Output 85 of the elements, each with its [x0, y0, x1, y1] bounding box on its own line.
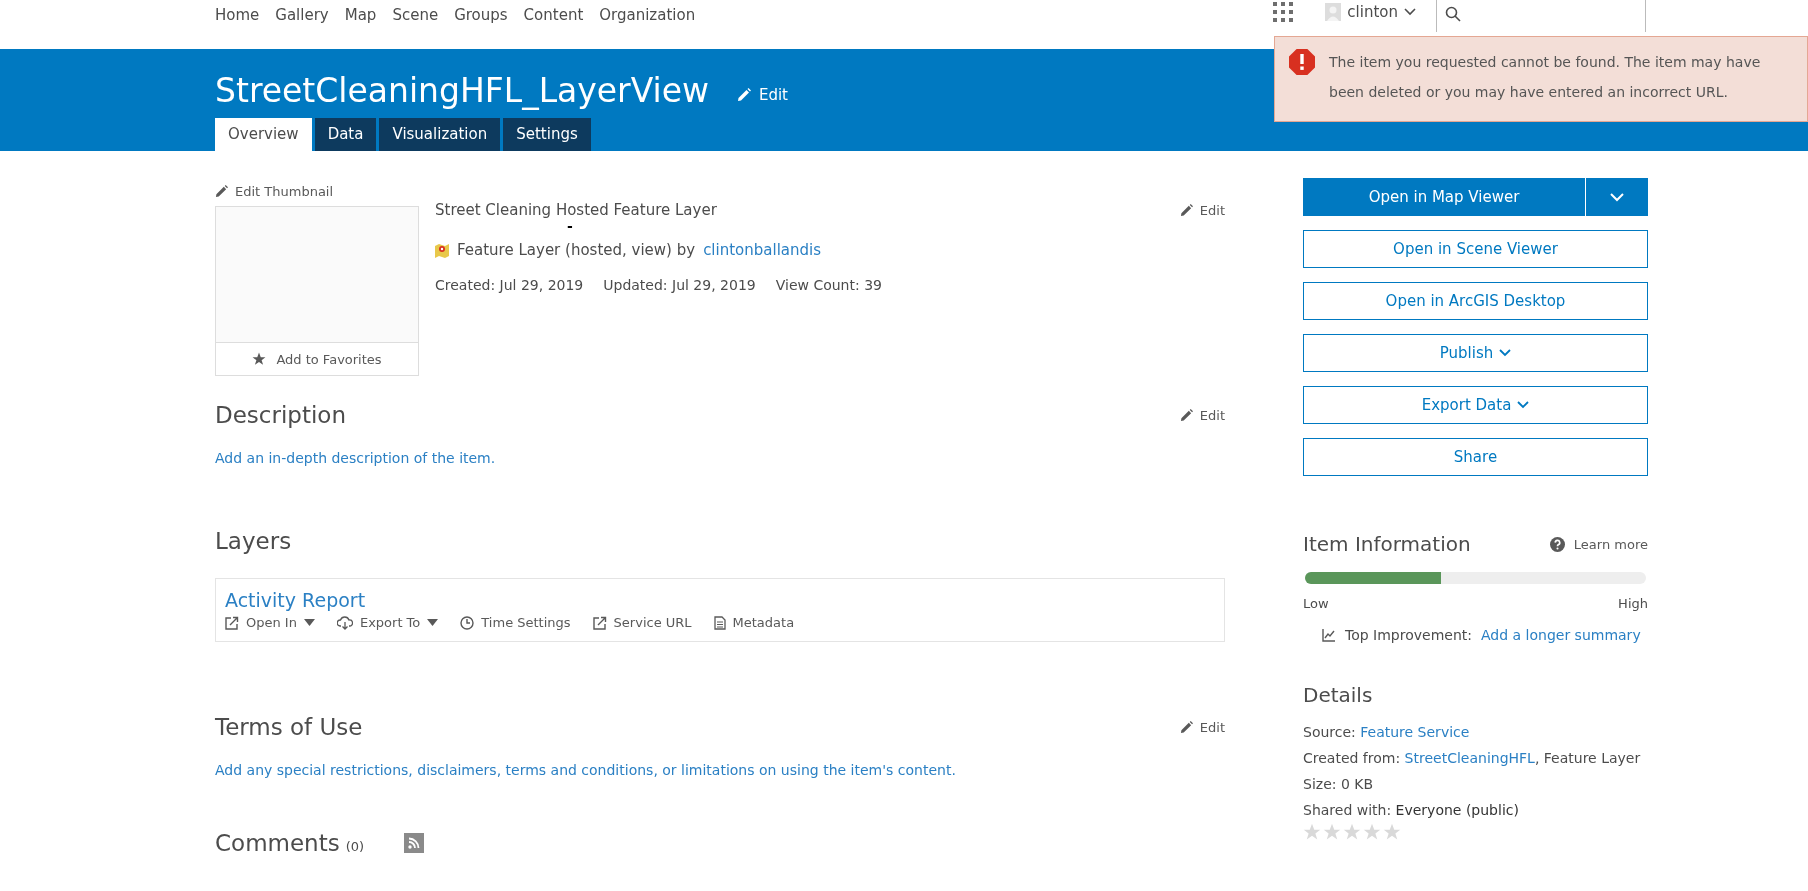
item-metadata: View Count: 39	[775, 277, 882, 293]
clock-icon	[460, 615, 475, 630]
document-icon	[713, 615, 726, 630]
pencil-icon	[215, 185, 228, 198]
item-summary-title: Street Cleaning Hosted Feature Layer	[435, 201, 718, 219]
pencil-icon	[736, 87, 751, 102]
item-metadata: Created: Jul 29, 2019	[435, 277, 584, 293]
section-heading: Details	[1303, 683, 1374, 707]
edit-link[interactable]: Edit	[1179, 203, 1225, 218]
star-icon	[252, 352, 267, 366]
tab[interactable]: Settings	[503, 118, 591, 151]
apps-grid-icon[interactable]	[1273, 2, 1294, 22]
learn-more-link[interactable]: Learn more	[1549, 536, 1648, 552]
error-icon	[1289, 49, 1315, 75]
comment-count: (0)	[345, 838, 365, 854]
user-menu[interactable]: clinton	[1325, 0, 1416, 21]
detail-link[interactable]: Feature Service	[1360, 724, 1470, 740]
nav-link[interactable]: Scene	[384, 6, 447, 24]
action-button[interactable]: Open in ArcGIS Desktop	[1303, 282, 1648, 320]
tab[interactable]: Overview	[215, 118, 312, 151]
section-heading: Item Information	[1303, 532, 1471, 556]
dropdown-button[interactable]: Export Data	[1303, 386, 1648, 424]
improvement-link[interactable]: Add a longer summary	[1481, 627, 1641, 643]
detail-text: Shared with: Everyone (public)	[1303, 801, 1520, 820]
pencil-icon	[1179, 408, 1193, 422]
edit-link[interactable]: Edit	[1179, 719, 1225, 735]
help-icon	[1549, 536, 1565, 552]
owner-link[interactable]: clintonballandis	[703, 241, 822, 259]
detail-text: Created from: StreetCleaningHFL, Feature Layer	[1303, 749, 1642, 768]
summary-text: -	[566, 219, 574, 233]
detail-text: Size: 0 KB	[1303, 775, 1375, 794]
dropdown-toggle-button[interactable]	[1586, 178, 1648, 216]
rating-stars[interactable]	[1303, 823, 1401, 841]
detail-text: Source: Feature Service	[1303, 723, 1471, 742]
action-button[interactable]: Open in Scene Viewer	[1303, 230, 1648, 268]
edit-link[interactable]: Edit	[736, 85, 788, 104]
item-metadata: Updated: Jul 29, 2019	[603, 277, 756, 293]
nav-link[interactable]: Groups	[446, 6, 516, 24]
pencil-icon	[1179, 204, 1193, 217]
meter-label: Low	[1303, 596, 1329, 611]
layer-icon	[435, 242, 449, 258]
pencil-icon	[1179, 720, 1193, 734]
nav-link[interactable]: Gallery	[267, 6, 337, 24]
search-icon	[1445, 6, 1461, 22]
section-heading: Comments	[215, 830, 340, 856]
item-type: Feature Layer (hosted, view) by	[457, 241, 696, 259]
external-link-icon	[592, 615, 607, 630]
layer-action-link[interactable]: Metadata	[713, 615, 795, 630]
detail-link[interactable]: StreetCleaningHFL	[1404, 750, 1535, 766]
edit-link[interactable]: Edit	[1179, 407, 1225, 423]
improvement-label: Top Improvement:	[1345, 627, 1472, 643]
edit-thumbnail-link[interactable]: Edit Thumbnail	[215, 184, 334, 199]
action-button[interactable]: Share	[1303, 438, 1648, 476]
layer-action-link[interactable]: Service URL	[592, 615, 692, 630]
section-heading: Layers	[215, 528, 292, 554]
dropdown-button[interactable]: Publish	[1303, 334, 1648, 372]
chevron-down-icon	[1610, 192, 1624, 202]
layer-action-link[interactable]: Open In	[225, 615, 315, 630]
add-terms-link[interactable]: Add any special restrictions, disclaimers, terms and conditions, or limitations on using the item's content.	[215, 762, 1225, 778]
nav-link[interactable]: Map	[336, 6, 385, 24]
layer-action-link[interactable]: Export To	[336, 615, 439, 630]
tab[interactable]: Visualization	[379, 118, 501, 151]
layer-name-link[interactable]: Activity Report	[225, 589, 366, 611]
chevron-down-icon	[1517, 401, 1530, 409]
add-description-link[interactable]: Add an in-depth description of the item.	[215, 450, 1225, 466]
search-field[interactable]	[1436, 0, 1646, 32]
nav-link[interactable]: Home	[207, 6, 268, 24]
section-heading: Terms of Use	[215, 714, 363, 740]
avatar-icon	[1325, 3, 1342, 21]
cloud-download-icon	[336, 615, 353, 630]
external-link-icon	[225, 615, 239, 630]
add-to-favorites-button[interactable]: Add to Favorites	[216, 342, 418, 375]
layer-action-link[interactable]: Time Settings	[460, 615, 571, 630]
meter-label: High	[1618, 596, 1648, 611]
chevron-down-icon	[1499, 349, 1512, 357]
nav-link[interactable]: Organization	[591, 6, 704, 24]
tab[interactable]: Data	[314, 118, 377, 151]
alert-message: The item you requested cannot be found. The item may have been deleted or you may have entered an incorrect URL.	[1329, 53, 1762, 102]
chevron-down-icon	[1404, 8, 1416, 16]
chart-icon	[1322, 628, 1336, 642]
nav-link[interactable]: Content	[515, 6, 592, 24]
rss-feed-icon[interactable]	[404, 833, 425, 853]
open-in-map-viewer-button[interactable]: Open in Map Viewer	[1303, 178, 1585, 216]
section-heading: Description	[215, 402, 346, 428]
item-title: StreetCleaningHFL_LayerView	[215, 71, 709, 110]
